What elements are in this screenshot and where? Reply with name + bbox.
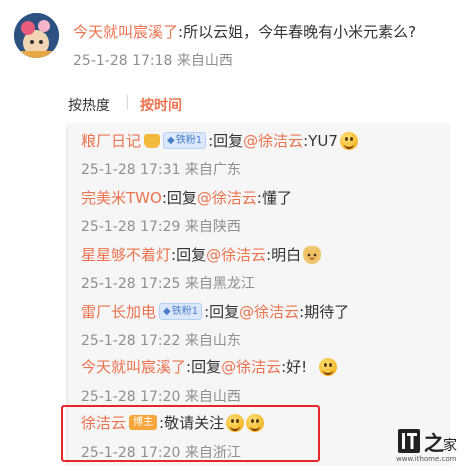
reply-mention[interactable]: @徐洁云	[221, 356, 281, 377]
reply-mention[interactable]: @徐洁云	[206, 244, 266, 265]
watermark-url: www.ithome.com	[396, 455, 457, 463]
fan-badge: ◆ 铁粉1	[159, 303, 203, 320]
reply-username[interactable]: 完美米TWO	[81, 187, 162, 208]
reply-row: 雷厂长加电 ◆ 铁粉1 :回复 @徐洁云:期待了	[81, 301, 349, 322]
tab-sort-hot[interactable]: 按热度	[68, 95, 110, 115]
reply-meta: 25-1-28 17:29 来自陕西	[81, 219, 241, 235]
tab-sort-time[interactable]: 按时间	[140, 95, 182, 115]
reply-text: :YU7	[303, 131, 338, 150]
post-meta: 25-1-28 17:18 来自山西	[73, 53, 233, 69]
cat-emoji-icon	[303, 245, 322, 264]
reply-prefix: :回复	[204, 303, 240, 321]
reply-username[interactable]: 雷厂长加电	[81, 301, 156, 322]
tab-separator: |	[125, 94, 130, 110]
reply-row: 完美米TWO:回复 @徐洁云:懂了	[81, 187, 292, 208]
post-line: 今天就叫宸溪了:所以云姐，今年春晚有小米元素么?	[73, 21, 416, 42]
diamond-icon: ◆	[167, 135, 175, 146]
avatar[interactable]	[14, 13, 59, 58]
svg-text:家: 家	[443, 437, 457, 454]
reply-meta: 25-1-28 17:25 来自黑龙江	[81, 276, 255, 292]
reply-prefix: :回复	[186, 358, 222, 376]
reply-mention[interactable]: @徐洁云	[243, 130, 303, 151]
reply-text: :期待了	[299, 303, 350, 321]
reply-row: 粮厂日记 ◆ 铁粉1 :回复 @徐洁云:YU7	[81, 130, 358, 151]
svg-text:之: 之	[424, 431, 444, 455]
reply-text: :好!	[281, 358, 308, 376]
reply-text: :明白	[266, 246, 302, 264]
fan-badge: ◆ 铁粉1	[163, 132, 207, 149]
reply-row: 今天就叫宸溪了:回复 @徐洁云:好!	[81, 356, 338, 377]
reply-meta: 25-1-28 17:31 来自广东	[81, 162, 241, 178]
reply-meta: 25-1-28 17:20 来自山西	[81, 389, 241, 405]
reply-prefix: :回复	[171, 246, 207, 264]
reply-meta: 25-1-28 17:22 来自山东	[81, 333, 241, 349]
reply-username[interactable]: 星星够不着灯	[81, 244, 171, 265]
reply-username[interactable]: 今天就叫宸溪了	[81, 356, 186, 377]
tongue-emoji-icon	[319, 357, 338, 376]
laugh-emoji-icon	[339, 131, 358, 150]
highlight-box	[61, 405, 320, 462]
reply-prefix: :回复	[208, 132, 244, 150]
reply-mention[interactable]: @徐洁云	[239, 301, 299, 322]
crown-icon	[144, 133, 161, 148]
post-text: :所以云姐，今年春晚有小米元素么?	[178, 23, 417, 41]
post-username[interactable]: 今天就叫宸溪了	[73, 23, 178, 41]
reply-mention[interactable]: @徐洁云	[197, 187, 257, 208]
reply-row: 星星够不着灯:回复 @徐洁云:明白	[81, 244, 322, 265]
reply-text: :懂了	[256, 189, 292, 207]
reply-username[interactable]: 粮厂日记	[81, 130, 141, 151]
reply-prefix: :回复	[161, 189, 197, 207]
diamond-icon: ◆	[163, 306, 171, 317]
